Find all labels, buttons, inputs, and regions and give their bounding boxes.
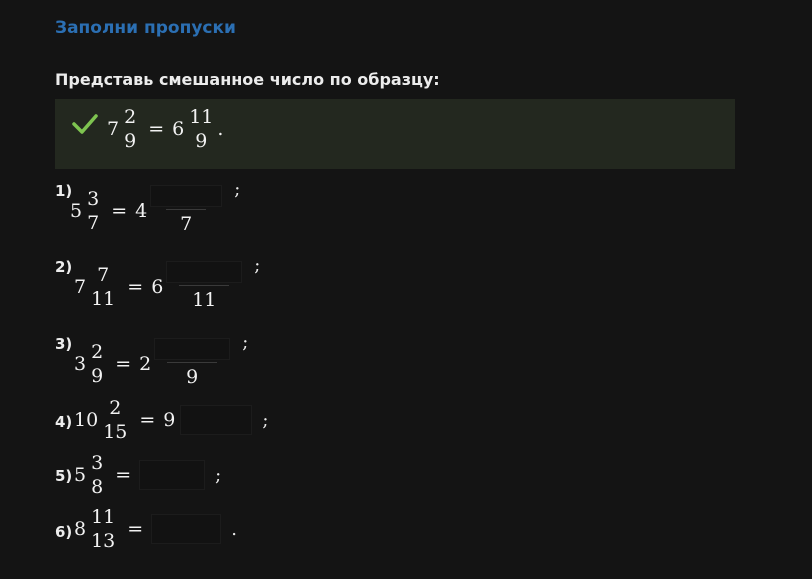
- problem-6-equation: 8 11 13 = .: [74, 505, 237, 553]
- problem-2-numerator-input[interactable]: [166, 261, 243, 283]
- example-period: .: [217, 118, 224, 140]
- problem-5-equation: 5 3 8 = ;: [74, 451, 221, 499]
- fraction-bar: [167, 362, 218, 363]
- problem-2-result-fraction: 11: [166, 261, 243, 312]
- problem-6-answer-input[interactable]: [151, 514, 222, 544]
- problem-2-label: 2): [55, 258, 73, 276]
- problem-1-fraction: 3 7: [85, 187, 101, 235]
- example-result-denominator: 9: [195, 130, 208, 152]
- fraction-bar: [166, 209, 207, 210]
- problem-6-period: .: [231, 518, 237, 540]
- exercise-title: Заполни пропуски: [55, 18, 236, 38]
- problem-1-denominator: 7: [87, 211, 100, 234]
- example-numerator: 2: [124, 106, 137, 128]
- problem-5-answer-input[interactable]: [139, 460, 206, 490]
- problem-1-result-whole: 4: [135, 199, 148, 222]
- problem-3-label: 3): [55, 335, 73, 353]
- problem-2-result-whole: 6: [151, 275, 164, 298]
- problem-4-numerator: 2: [109, 397, 122, 419]
- check-icon: [72, 114, 98, 134]
- problem-5-denominator: 8: [91, 476, 104, 498]
- problem-1-whole: 5: [70, 199, 83, 222]
- problem-6-fraction: 11 13: [89, 505, 117, 553]
- problem-4-whole: 10: [74, 409, 99, 431]
- problem-5-semicolon: ;: [215, 464, 222, 486]
- problem-3-fraction: 2 9: [89, 340, 105, 388]
- problem-4-semicolon: ;: [262, 409, 269, 431]
- equals-sign: =: [127, 518, 144, 540]
- problem-6-label: 6): [55, 523, 73, 541]
- equals-sign: =: [115, 464, 132, 486]
- problem-5-whole: 5: [74, 464, 87, 486]
- problem-3-whole: 3: [74, 352, 87, 375]
- problem-4-denominator: 15: [103, 421, 128, 443]
- problem-1-numerator-input[interactable]: [150, 185, 223, 207]
- instruction-text: Представь смешанное число по образцу:: [55, 70, 440, 89]
- problem-4-equation: 10 2 15 = 9 ;: [74, 396, 268, 444]
- example-equation: 7 2 9 = 6 11 9 .: [107, 105, 223, 153]
- example-denominator: 9: [124, 130, 137, 152]
- equals-sign: =: [139, 409, 156, 431]
- problem-2-denominator: 11: [91, 287, 116, 310]
- problem-2-semicolon: ;: [254, 255, 261, 276]
- example-result-fraction: 11 9: [187, 105, 215, 153]
- problem-6-denominator: 13: [91, 530, 116, 552]
- equals-sign: =: [148, 118, 165, 140]
- problem-5-label: 5): [55, 467, 73, 485]
- problem-3-result-denominator: 9: [186, 366, 199, 388]
- problem-4-fraction-input[interactable]: [180, 405, 253, 435]
- problem-3-semicolon: ;: [242, 332, 249, 353]
- problem-3-numerator: 2: [91, 340, 104, 363]
- problem-5-fraction: 3 8: [89, 451, 105, 499]
- problem-6-whole: 8: [74, 518, 87, 540]
- problem-1-equation: 5 3 7 = 4 7 ;: [70, 179, 240, 236]
- problem-4-result-whole: 9: [163, 409, 176, 431]
- problem-2-whole: 7: [74, 275, 87, 298]
- problem-4-fraction: 2 15: [101, 396, 129, 444]
- problem-3-denominator: 9: [91, 364, 104, 387]
- example-whole: 7: [107, 118, 120, 140]
- example-fraction: 2 9: [122, 105, 138, 153]
- example-result-numerator: 11: [189, 106, 214, 128]
- problem-3-result-whole: 2: [139, 352, 152, 375]
- problem-5-numerator: 3: [91, 452, 104, 474]
- problem-1-numerator: 3: [87, 187, 100, 210]
- equals-sign: =: [111, 199, 128, 222]
- example-result-whole: 6: [172, 118, 185, 140]
- problem-2-equation: 7 7 11 = 6 11 ;: [74, 255, 260, 312]
- problem-2-fraction: 7 11: [89, 263, 117, 311]
- problem-2-numerator: 7: [97, 263, 110, 286]
- example-panel: 7 2 9 = 6 11 9 .: [55, 99, 735, 169]
- problem-1-semicolon: ;: [234, 179, 241, 200]
- problem-2-result-denominator: 11: [192, 289, 217, 311]
- problem-1-result-denominator: 7: [180, 213, 193, 235]
- problem-3-numerator-input[interactable]: [154, 338, 231, 360]
- problem-3-equation: 3 2 9 = 2 9 ;: [74, 332, 248, 389]
- problem-1-result-fraction: 7: [150, 185, 223, 236]
- problem-4-label: 4): [55, 413, 73, 431]
- equals-sign: =: [115, 352, 132, 375]
- fraction-bar: [179, 285, 230, 286]
- problem-3-result-fraction: 9: [154, 338, 231, 389]
- problem-6-numerator: 11: [91, 506, 116, 528]
- equals-sign: =: [127, 275, 144, 298]
